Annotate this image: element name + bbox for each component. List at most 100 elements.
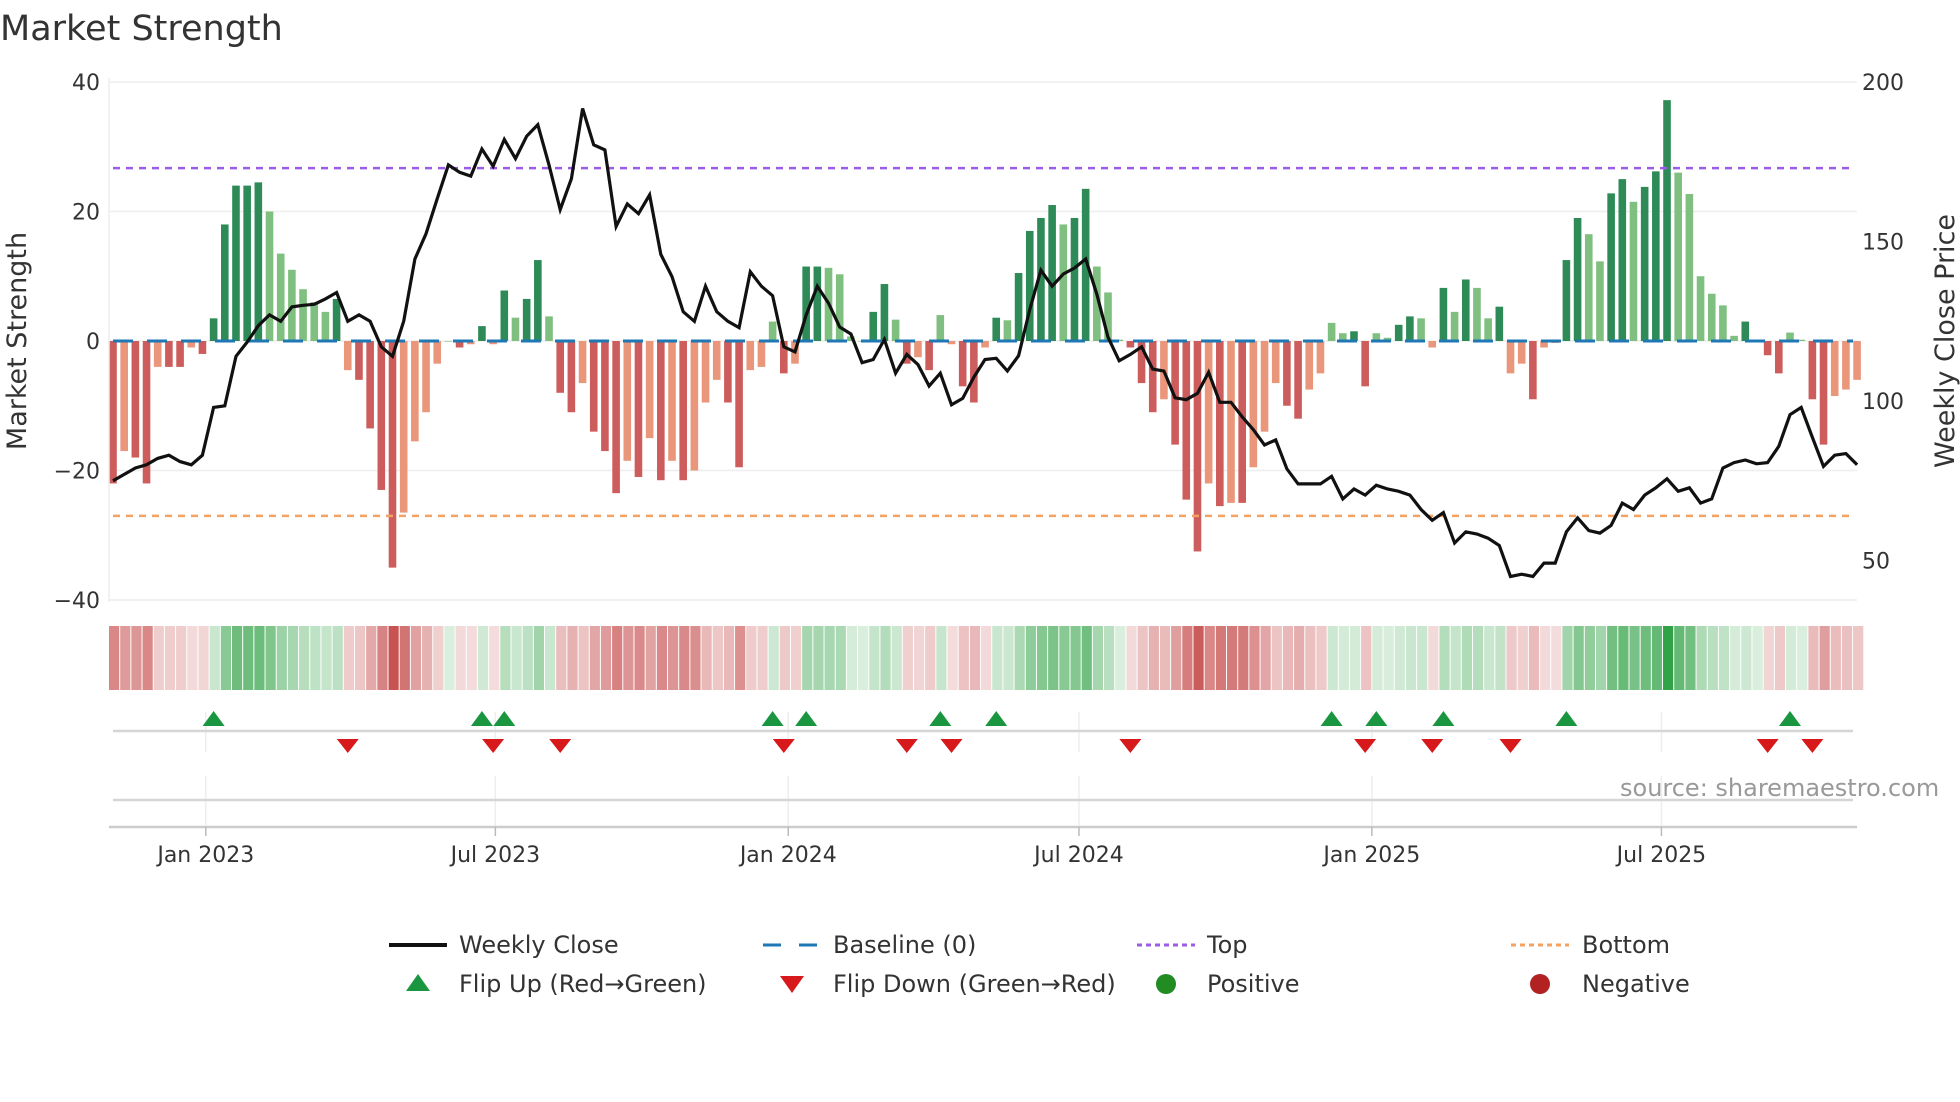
strength-bar <box>992 317 1001 341</box>
y-tick-label: −40 <box>54 589 100 614</box>
heat-cell <box>1048 626 1059 690</box>
strength-bar <box>1406 316 1414 341</box>
triangle-up-icon <box>406 974 430 991</box>
heat-cell <box>1249 626 1260 690</box>
heat-cell <box>1629 626 1640 690</box>
heat-cell <box>466 626 477 690</box>
heat-cell <box>880 626 891 690</box>
strength-bar <box>1461 279 1470 341</box>
heat-cell <box>992 626 1003 690</box>
strength-bar <box>735 341 743 468</box>
heat-cell <box>634 626 645 690</box>
strength-bar <box>343 341 352 371</box>
strength-bar <box>578 341 587 384</box>
heat-cell <box>522 626 533 690</box>
heat-cell <box>1115 626 1126 690</box>
heat-cell <box>1718 626 1730 690</box>
strength-bar <box>1529 341 1537 400</box>
x-tick-label: Jan 2023 <box>155 843 254 868</box>
heat-cell <box>701 626 712 690</box>
legend-label: Positive <box>1207 970 1300 998</box>
heat-cell <box>1786 626 1797 690</box>
heat-cell <box>343 626 354 690</box>
y2-tick-label: 150 <box>1862 231 1904 256</box>
strength-bar <box>377 341 386 490</box>
circle-negative-icon <box>1530 974 1550 994</box>
heat-cell <box>1618 626 1629 690</box>
strength-bar <box>746 341 755 371</box>
legend-label: Weekly Close <box>459 931 619 959</box>
heat-cell <box>1797 626 1808 690</box>
heat-cell <box>310 626 321 690</box>
heat-cell <box>913 626 925 690</box>
strength-bar <box>1730 335 1738 341</box>
strength-bar <box>657 341 665 481</box>
heat-cell <box>1830 626 1841 690</box>
heat-cell <box>1036 626 1048 690</box>
strength-bar <box>835 274 844 341</box>
strength-bar <box>478 326 486 341</box>
heat-cell <box>176 626 187 690</box>
heat-cell <box>1696 626 1707 690</box>
heat-cell <box>1338 626 1349 690</box>
heat-cell <box>1148 626 1159 690</box>
y-axis-label: Market Strength <box>2 232 33 450</box>
strength-bar <box>1148 341 1157 413</box>
strength-bar <box>1227 341 1235 503</box>
heat-cell <box>1361 626 1372 690</box>
strength-bar <box>198 341 207 354</box>
x-tick-label: Jul 2023 <box>449 843 541 868</box>
legend-item: Baseline (0) <box>763 931 976 959</box>
heat-cell <box>1663 626 1674 690</box>
heat-cell <box>265 626 276 690</box>
heat-cell <box>1730 626 1741 690</box>
heat-cell <box>556 626 567 690</box>
heat-cell <box>209 626 220 690</box>
heat-cell <box>511 626 522 690</box>
heat-cell <box>1472 626 1484 690</box>
legend-label: Flip Up (Red→Green) <box>459 970 707 998</box>
strength-bar <box>925 341 933 371</box>
heat-cell <box>891 626 902 690</box>
strength-bar <box>1808 341 1817 400</box>
flip-up-marker <box>1320 711 1343 726</box>
heat-cell <box>1774 626 1786 690</box>
heat-cell <box>1372 626 1383 690</box>
strength-bar <box>321 311 330 341</box>
strength-bar <box>1719 305 1727 341</box>
heat-cell <box>668 626 679 690</box>
heat-cell <box>321 626 332 690</box>
heat-cell <box>768 626 779 690</box>
heat-cell <box>578 626 589 690</box>
legend-label: Flip Down (Green→Red) <box>833 970 1116 998</box>
strength-bar <box>120 341 128 452</box>
flip-up-marker <box>929 711 952 726</box>
strength-bar <box>422 341 430 413</box>
flip-up-marker <box>1432 711 1455 726</box>
heat-cell <box>1282 626 1294 690</box>
flip-down-marker <box>1421 739 1444 753</box>
strength-bar <box>1450 311 1459 341</box>
strength-bar <box>1853 341 1861 380</box>
heat-cell <box>1193 626 1204 690</box>
strength-bar <box>589 341 598 432</box>
strength-bar <box>1316 341 1325 374</box>
strength-bar <box>153 341 162 367</box>
heat-cell <box>377 626 388 690</box>
axes: 40200−20−4020015010050Jan 2023 Jul 2023 Ja… <box>54 71 1904 868</box>
strength-bar <box>1283 341 1291 406</box>
strength-bar <box>1573 217 1582 341</box>
heat-cell <box>824 626 835 690</box>
heat-cell <box>1573 626 1584 690</box>
heat-cell <box>120 626 131 690</box>
heat-cell <box>109 626 120 690</box>
heat-cell <box>1461 626 1472 690</box>
heat-cell <box>1607 626 1618 690</box>
strength-bar <box>914 341 922 358</box>
strength-bar <box>701 341 710 403</box>
heat-cell <box>220 626 231 690</box>
strength-bar <box>1506 341 1515 374</box>
legend-item: Flip Up (Red→Green) <box>406 970 707 998</box>
x-tick-label: Jan 2024 <box>738 843 837 868</box>
heat-cell <box>1752 626 1763 690</box>
